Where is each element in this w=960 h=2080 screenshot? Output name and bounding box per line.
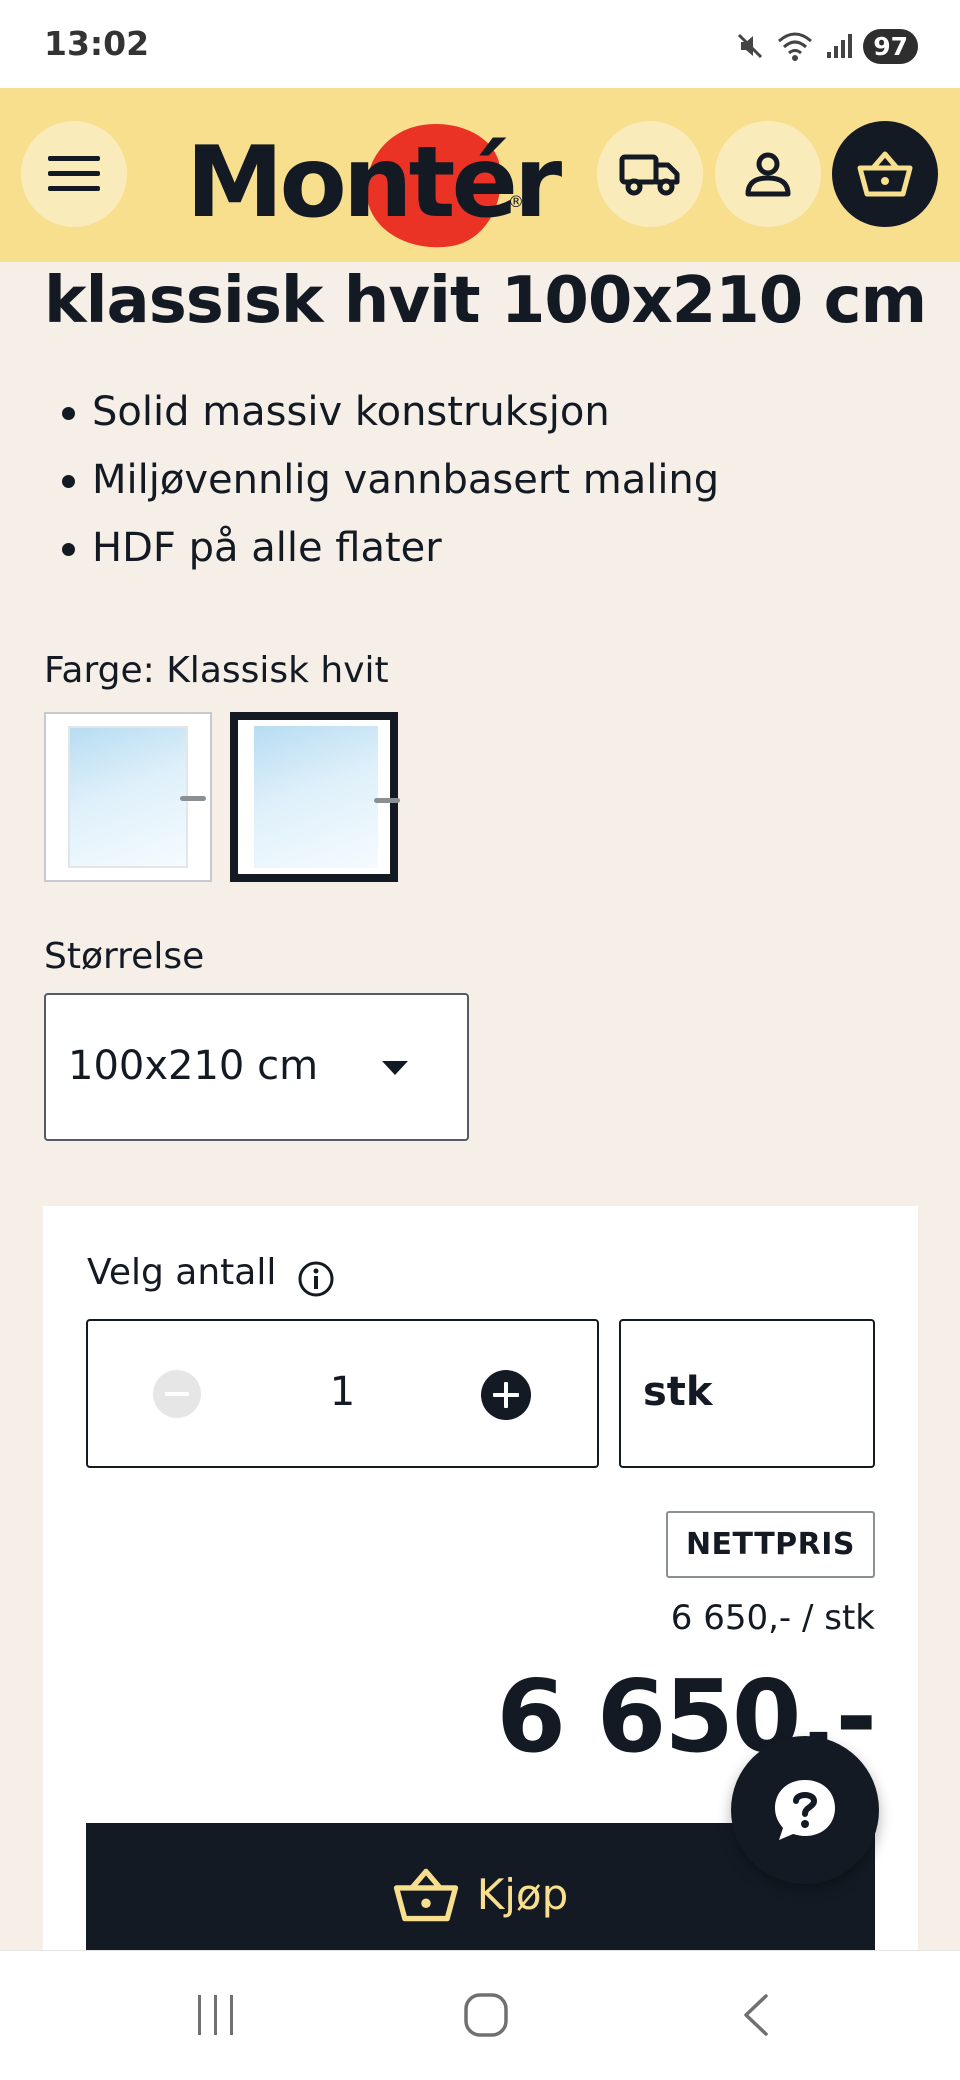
size-value: 100x210 cm (68, 1043, 319, 1089)
color-swatch-white-frame[interactable] (44, 712, 212, 882)
status-time: 13:02 (44, 24, 150, 63)
site-header: Montér ® (0, 88, 960, 262)
nettpris-badge: NETTPRIS (666, 1511, 875, 1578)
recent-apps-button[interactable] (176, 1983, 256, 2047)
mute-icon (738, 33, 763, 59)
home-icon (464, 1993, 508, 2037)
color-label: Farge: Klassisk hvit (44, 650, 389, 691)
quantity-stepper: 1 (86, 1319, 599, 1468)
basket-icon (393, 1868, 458, 1921)
account-button[interactable] (715, 121, 821, 227)
chevron-down-icon (382, 1061, 408, 1075)
unit-value: stk (643, 1369, 713, 1415)
door-handle (180, 796, 206, 801)
battery-icon: 97 (863, 28, 918, 64)
home-button[interactable] (446, 1983, 526, 2047)
product-title: klassisk hvit 100x210 cm (44, 264, 927, 338)
question-chat-icon (775, 1780, 835, 1840)
door-handle (374, 798, 400, 803)
menu-icon (48, 156, 100, 191)
door-glass-image (254, 726, 378, 868)
signal-icon (827, 34, 853, 58)
menu-button[interactable] (21, 121, 127, 227)
help-chat-button[interactable] (731, 1736, 879, 1884)
user-icon (745, 152, 791, 197)
feature-list: Solid massiv konstruksjon Miljøvennlig v… (61, 378, 719, 582)
size-dropdown[interactable]: 100x210 cm (44, 993, 469, 1141)
logo-text: Montér (186, 126, 562, 240)
back-icon (744, 1994, 768, 2036)
unit-price: 6 650,- / stk (670, 1598, 875, 1638)
system-nav-bar (0, 1950, 960, 2080)
buy-label: Kjøp (476, 1870, 569, 1919)
delivery-button[interactable] (597, 121, 703, 227)
plus-icon[interactable] (480, 1369, 532, 1421)
feature-item: Miljøvennlig vannbasert maling (61, 446, 719, 514)
basket-button[interactable] (832, 121, 938, 227)
feature-item: Solid massiv konstruksjon (61, 378, 719, 446)
unit-selector[interactable]: stk (619, 1319, 875, 1468)
door-glass-image (68, 726, 188, 868)
feature-item: HDF på alle flater (61, 514, 719, 582)
truck-icon (619, 154, 680, 196)
info-icon[interactable] (297, 1260, 335, 1298)
wifi-icon (778, 32, 813, 61)
status-bar: 13:02 97 (0, 0, 960, 88)
basket-icon (857, 151, 913, 197)
monter-logo[interactable]: Montér ® (186, 115, 562, 257)
size-label: Størrelse (44, 936, 205, 977)
quantity-label: Velg antall (87, 1252, 277, 1293)
logo-registered-mark: ® (508, 192, 524, 211)
back-button[interactable] (716, 1983, 796, 2047)
color-swatch-classic-white-selected[interactable] (230, 712, 400, 882)
recent-apps-icon (198, 1995, 233, 2035)
status-icons: 97 (735, 26, 918, 66)
